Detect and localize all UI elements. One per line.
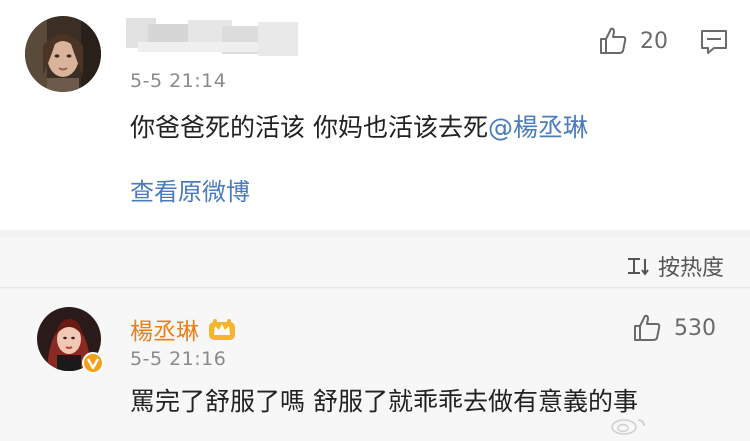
reply-text: 罵完了舒服了嗎 舒服了就乖乖去做有意義的事 — [130, 387, 638, 416]
thumbs-up-icon — [634, 314, 661, 341]
comment-text: 你爸爸死的活该 你妈也活该去死@楊丞琳 — [130, 108, 588, 144]
vip-crown-icon — [209, 319, 235, 340]
reply-username[interactable]: 楊丞琳 — [130, 312, 199, 346]
reply-username-row: 楊丞琳 — [130, 312, 237, 346]
commenter-avatar[interactable] — [25, 16, 101, 92]
view-original-post-link[interactable]: 查看原微博 — [130, 172, 250, 207]
reply-button[interactable] — [700, 28, 728, 60]
weibo-watermark-logo — [610, 414, 650, 440]
comment-body: 你爸爸死的活该 你妈也活该去死 — [130, 113, 488, 142]
reply-like-button[interactable]: 530 — [632, 313, 716, 343]
sort-icon — [627, 258, 649, 276]
sort-bar: 按热度 — [0, 238, 750, 288]
reply-timestamp: 5-5 21:16 — [130, 348, 227, 370]
comment-icon — [701, 30, 727, 54]
verified-badge-icon — [82, 352, 104, 374]
like-button[interactable]: 20 — [598, 26, 668, 56]
reply-like-count: 530 — [674, 315, 716, 341]
divider — [0, 230, 750, 238]
comment-timestamp: 5-5 21:14 — [130, 70, 227, 92]
thumbs-up-icon — [600, 27, 627, 54]
mention-link[interactable]: @楊丞琳 — [488, 113, 588, 142]
blurred-username — [118, 12, 308, 64]
like-count: 20 — [640, 28, 668, 54]
sort-label: 按热度 — [657, 256, 724, 281]
sort-by-hot-button[interactable]: 按热度 — [626, 250, 724, 282]
